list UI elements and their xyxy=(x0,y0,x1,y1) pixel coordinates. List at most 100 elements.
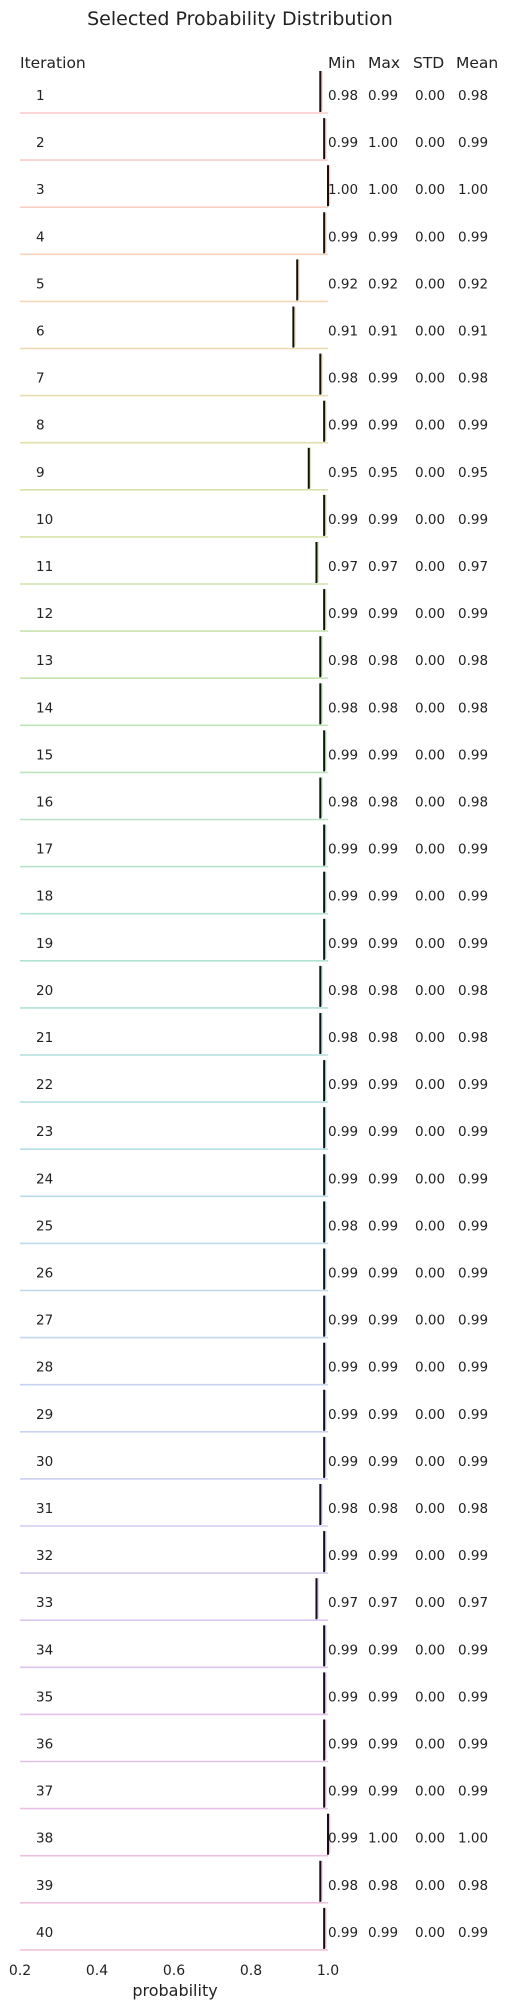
mean-value: 0.99 xyxy=(458,1077,488,1093)
std-value: 0.00 xyxy=(415,512,445,528)
x-tick-label: 0.6 xyxy=(163,1963,185,1979)
std-value: 0.00 xyxy=(415,1642,445,1658)
max-value: 0.99 xyxy=(368,229,398,245)
ridge-row: 25 0.98 0.99 0.00 0.99 xyxy=(20,1201,488,1245)
iteration-label: 32 xyxy=(36,1548,53,1564)
min-value: 0.99 xyxy=(328,512,358,528)
max-value: 0.99 xyxy=(368,842,398,858)
mean-value: 0.99 xyxy=(458,936,488,952)
mean-value: 0.98 xyxy=(458,1878,488,1894)
min-value: 0.99 xyxy=(328,418,358,434)
iteration-label: 20 xyxy=(36,983,53,999)
max-value: 0.99 xyxy=(368,512,398,528)
min-value: 0.99 xyxy=(328,1077,358,1093)
min-value: 0.98 xyxy=(328,795,358,811)
header-iteration: Iteration xyxy=(20,54,86,72)
min-value: 0.99 xyxy=(328,1171,358,1187)
ridge-row: 6 0.91 0.91 0.00 0.91 xyxy=(20,306,488,350)
ridge-row: 3 1.00 1.00 0.00 1.00 xyxy=(20,165,488,208)
ridge-row: 15 0.99 0.99 0.00 0.99 xyxy=(20,730,488,774)
min-value: 0.99 xyxy=(328,747,358,763)
ridge-row: 40 0.99 0.99 0.00 0.99 xyxy=(20,1907,488,1951)
max-value: 1.00 xyxy=(368,1831,398,1847)
ridge-row: 26 0.99 0.99 0.00 0.99 xyxy=(20,1248,488,1292)
ridge-row: 12 0.99 0.99 0.00 0.99 xyxy=(20,589,488,632)
min-value: 0.99 xyxy=(328,1313,358,1329)
ridge-row: 4 0.99 0.99 0.00 0.99 xyxy=(20,212,488,256)
mean-value: 0.98 xyxy=(458,371,488,387)
mean-value: 0.99 xyxy=(458,606,488,622)
min-value: 0.99 xyxy=(328,1454,358,1470)
max-value: 0.98 xyxy=(368,1878,398,1894)
max-value: 0.99 xyxy=(368,88,398,104)
x-tick-label: 0.4 xyxy=(86,1963,108,1979)
ridge-row: 24 0.99 0.99 0.00 0.99 xyxy=(20,1154,488,1198)
x-tick-label: 0.2 xyxy=(9,1963,31,1979)
iteration-label: 3 xyxy=(36,182,45,198)
probability-ridgeline-chart: Selected Probability Distribution Iterat… xyxy=(9,8,498,2000)
iteration-label: 36 xyxy=(36,1737,53,1753)
max-value: 1.00 xyxy=(368,135,398,151)
iteration-label: 9 xyxy=(36,465,45,481)
ridge-row: 38 0.99 1.00 0.00 1.00 xyxy=(20,1813,488,1857)
mean-value: 1.00 xyxy=(458,1831,488,1847)
mean-value: 0.98 xyxy=(458,1030,488,1046)
ridge-row: 29 0.99 0.99 0.00 0.99 xyxy=(20,1389,488,1433)
ridge-row: 28 0.99 0.99 0.00 0.99 xyxy=(20,1342,488,1386)
iteration-label: 7 xyxy=(36,371,45,387)
ridge-rows: 1 0.98 0.99 0.00 0.98 2 0.99 1.00 0.00 0.99 3 1.00 1… xyxy=(20,71,488,1951)
ridge-row: 13 0.98 0.98 0.00 0.98 xyxy=(20,636,488,680)
std-value: 0.00 xyxy=(415,1313,445,1329)
min-value: 0.98 xyxy=(328,700,358,716)
min-value: 0.98 xyxy=(328,1030,358,1046)
std-value: 0.00 xyxy=(415,700,445,716)
std-value: 0.00 xyxy=(415,653,445,669)
ridge-row: 5 0.92 0.92 0.00 0.92 xyxy=(20,259,488,303)
iteration-label: 5 xyxy=(36,276,45,292)
max-value: 0.99 xyxy=(368,889,398,905)
ridge-row: 33 0.97 0.97 0.00 0.97 xyxy=(20,1578,488,1621)
min-value: 0.98 xyxy=(328,88,358,104)
mean-value: 0.99 xyxy=(458,747,488,763)
min-value: 1.00 xyxy=(328,182,358,198)
ridge-row: 34 0.99 0.99 0.00 0.99 xyxy=(20,1625,488,1669)
min-value: 0.99 xyxy=(328,1831,358,1847)
mean-value: 0.98 xyxy=(458,1501,488,1517)
max-value: 0.99 xyxy=(368,747,398,763)
std-value: 0.00 xyxy=(415,1548,445,1564)
iteration-label: 27 xyxy=(36,1313,53,1329)
mean-value: 0.99 xyxy=(458,1266,488,1282)
max-value: 0.99 xyxy=(368,1737,398,1753)
max-value: 0.99 xyxy=(368,1454,398,1470)
iteration-label: 8 xyxy=(36,418,45,434)
min-value: 0.99 xyxy=(328,1689,358,1705)
ridge-row: 39 0.98 0.98 0.00 0.98 xyxy=(20,1860,488,1904)
std-value: 0.00 xyxy=(415,1501,445,1517)
iteration-label: 24 xyxy=(36,1171,53,1187)
std-value: 0.00 xyxy=(415,1171,445,1187)
iteration-label: 28 xyxy=(36,1360,53,1376)
iteration-label: 25 xyxy=(36,1218,53,1234)
ridge-row: 7 0.98 0.99 0.00 0.98 xyxy=(20,353,488,397)
header-std: STD xyxy=(413,54,444,72)
std-value: 0.00 xyxy=(415,1925,445,1941)
mean-value: 0.98 xyxy=(458,700,488,716)
iteration-label: 2 xyxy=(36,135,45,151)
chart-title: Selected Probability Distribution xyxy=(87,8,393,30)
iteration-label: 17 xyxy=(36,842,53,858)
iteration-label: 11 xyxy=(36,559,53,575)
iteration-label: 30 xyxy=(36,1454,53,1470)
max-value: 0.99 xyxy=(368,1077,398,1093)
ridge-row: 32 0.99 0.99 0.00 0.99 xyxy=(20,1531,488,1574)
ridge-row: 21 0.98 0.98 0.00 0.98 xyxy=(20,1013,488,1056)
ridge-row: 19 0.99 0.99 0.00 0.99 xyxy=(20,918,488,962)
x-axis-label: probability xyxy=(132,1981,217,2000)
ridge-row: 9 0.95 0.95 0.00 0.95 xyxy=(20,447,488,491)
std-value: 0.00 xyxy=(415,1218,445,1234)
max-value: 0.99 xyxy=(368,1407,398,1423)
max-value: 0.95 xyxy=(368,465,398,481)
std-value: 0.00 xyxy=(415,276,445,292)
max-value: 0.91 xyxy=(368,324,398,340)
mean-value: 0.99 xyxy=(458,512,488,528)
std-value: 0.00 xyxy=(415,1689,445,1705)
